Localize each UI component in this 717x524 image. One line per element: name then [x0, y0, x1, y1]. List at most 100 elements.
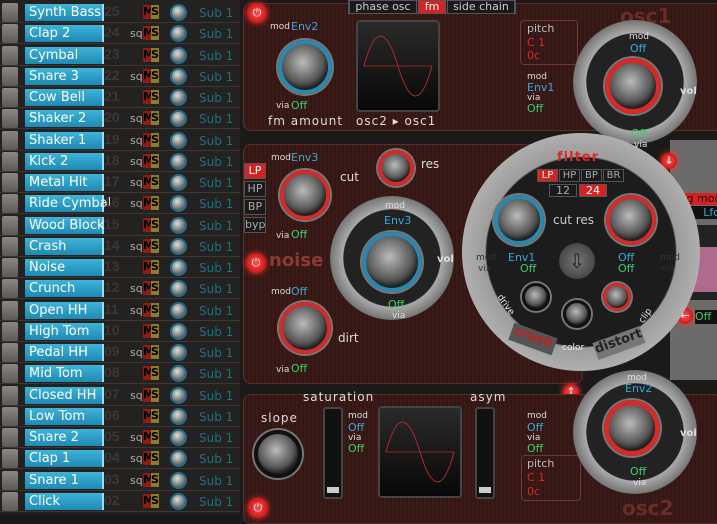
sound-name[interactable]: Open HH	[25, 301, 104, 319]
solo-button[interactable]: S	[151, 260, 159, 275]
filter-slope-24[interactable]: 24	[579, 184, 607, 197]
dirt-mod-value[interactable]: Off	[291, 285, 307, 298]
row-drag-handle[interactable]	[2, 428, 18, 448]
solo-button[interactable]: S	[151, 175, 159, 190]
sound-row[interactable]: Ride Cymbal 16 sq M S Sub 1	[0, 193, 240, 215]
pan-knob[interactable]	[170, 492, 187, 510]
row-drag-handle[interactable]	[2, 194, 18, 214]
sound-row[interactable]: Wood Block 15 M S Sub 1	[0, 215, 240, 236]
sound-name[interactable]: Snare 1	[25, 471, 104, 489]
row-drag-handle[interactable]	[2, 109, 18, 129]
sound-name[interactable]: Click	[25, 492, 104, 510]
sound-name[interactable]: Ride Cymbal	[25, 195, 111, 213]
row-drag-handle[interactable]	[2, 406, 18, 426]
row-drag-handle[interactable]	[2, 88, 18, 108]
sound-name[interactable]: Mid Tom	[25, 365, 104, 383]
mute-button[interactable]: M	[143, 408, 154, 423]
solo-button[interactable]: S	[151, 238, 159, 253]
osc2-power-button[interactable]: ⏻	[248, 498, 268, 518]
asym-slider-handle[interactable]	[479, 487, 491, 493]
row-drag-handle[interactable]	[2, 258, 18, 278]
filter-res-knob[interactable]	[606, 195, 656, 245]
solo-button[interactable]: S	[151, 5, 159, 19]
osc2-pitch-note[interactable]: C 1	[527, 471, 545, 484]
filter-slope-12[interactable]: 12	[549, 184, 577, 197]
mute-button[interactable]: M	[143, 132, 154, 147]
solo-button[interactable]: S	[151, 451, 159, 466]
pan-knob[interactable]	[170, 174, 187, 192]
ring-off-value[interactable]: Off	[695, 310, 717, 324]
solo-button[interactable]: S	[151, 68, 159, 83]
pan-knob[interactable]	[170, 259, 187, 277]
mute-button[interactable]: M	[143, 366, 154, 381]
filter-cut-via-value[interactable]: Off	[520, 262, 536, 275]
output-selector[interactable]: Sub 1	[199, 176, 233, 190]
row-drag-handle[interactable]	[2, 364, 18, 384]
pan-knob[interactable]	[170, 237, 187, 255]
mute-button[interactable]: M	[143, 345, 154, 360]
solo-button[interactable]: S	[151, 387, 159, 402]
sound-name[interactable]: Cymbal	[25, 46, 104, 64]
pan-knob[interactable]	[170, 131, 187, 149]
sound-row[interactable]: Kick 2 18 sq M S Sub 1	[0, 151, 240, 172]
row-drag-handle[interactable]	[2, 24, 18, 44]
output-selector[interactable]: Sub 1	[199, 495, 233, 509]
pan-knob[interactable]	[170, 429, 187, 447]
asym-slider[interactable]	[475, 407, 495, 499]
output-selector[interactable]: Sub 1	[199, 197, 233, 211]
output-selector[interactable]: Sub 1	[199, 134, 233, 148]
noise-filter-byp[interactable]: byp	[244, 217, 266, 233]
output-selector[interactable]: Sub 1	[199, 346, 233, 360]
clip-knob[interactable]	[603, 283, 631, 311]
noise-filter-hp[interactable]: HP	[244, 181, 266, 197]
pan-knob[interactable]	[170, 280, 187, 298]
pan-knob[interactable]	[170, 46, 187, 64]
output-selector[interactable]: Sub 1	[199, 452, 233, 466]
pan-knob[interactable]	[170, 89, 187, 107]
solo-button[interactable]: S	[151, 26, 159, 41]
pan-knob[interactable]	[170, 67, 187, 85]
mode-phase-osc[interactable]: phase osc	[349, 0, 417, 14]
pan-knob[interactable]	[170, 152, 187, 170]
sound-row[interactable]: Clap 2 24 sq M S Sub 1	[0, 23, 240, 45]
mute-button[interactable]: M	[143, 493, 154, 508]
filter-routing-arrow-button[interactable]: ⇩	[559, 243, 595, 279]
filter-type-lp[interactable]: LP	[537, 169, 558, 182]
osc1-power-button[interactable]: ⏻	[247, 3, 267, 23]
mode-fm[interactable]: fm	[418, 0, 446, 14]
mute-button[interactable]: M	[143, 451, 154, 466]
mute-button[interactable]: M	[143, 472, 154, 487]
solo-button[interactable]: S	[151, 366, 159, 381]
solo-button[interactable]: S	[151, 90, 159, 105]
sat-via-value[interactable]: Off	[348, 442, 364, 455]
mute-button[interactable]: M	[143, 281, 154, 296]
row-drag-handle[interactable]	[2, 343, 18, 363]
output-selector[interactable]: Sub 1	[199, 325, 233, 339]
row-drag-handle[interactable]	[2, 470, 18, 490]
sound-name[interactable]: Snare 3	[25, 67, 104, 85]
output-selector[interactable]: Sub 1	[199, 112, 233, 126]
sound-row[interactable]: Mid Tom 08 M S Sub 1	[0, 363, 240, 385]
row-drag-handle[interactable]	[2, 385, 18, 405]
mute-button[interactable]: M	[143, 302, 154, 317]
row-drag-handle[interactable]	[2, 151, 18, 171]
color-knob[interactable]	[563, 300, 591, 328]
sound-row[interactable]: Metal Hit 17 sq M S Sub 1	[0, 172, 240, 194]
sound-row[interactable]: Crash 14 sq M S Sub 1	[0, 236, 240, 257]
output-selector[interactable]: Sub 1	[199, 219, 233, 233]
sound-row[interactable]: Pedal HH 09 sq M S Sub 1	[0, 342, 240, 364]
mute-button[interactable]: M	[143, 47, 154, 62]
noise-filter-lp[interactable]: LP	[244, 163, 266, 179]
pan-knob[interactable]	[170, 216, 187, 234]
row-drag-handle[interactable]	[2, 215, 18, 235]
row-drag-handle[interactable]	[2, 279, 18, 299]
row-drag-handle[interactable]	[2, 45, 18, 65]
saturation-slider[interactable]	[323, 407, 343, 499]
solo-button[interactable]: S	[151, 345, 159, 360]
sound-row[interactable]: Snare 3 22 sq M S Sub 1	[0, 66, 240, 87]
mute-button[interactable]: M	[143, 68, 154, 83]
sound-name[interactable]: Closed HH	[25, 386, 104, 404]
output-selector[interactable]: Sub 1	[199, 240, 233, 254]
pan-knob[interactable]	[170, 407, 187, 425]
mute-button[interactable]: M	[143, 387, 154, 402]
